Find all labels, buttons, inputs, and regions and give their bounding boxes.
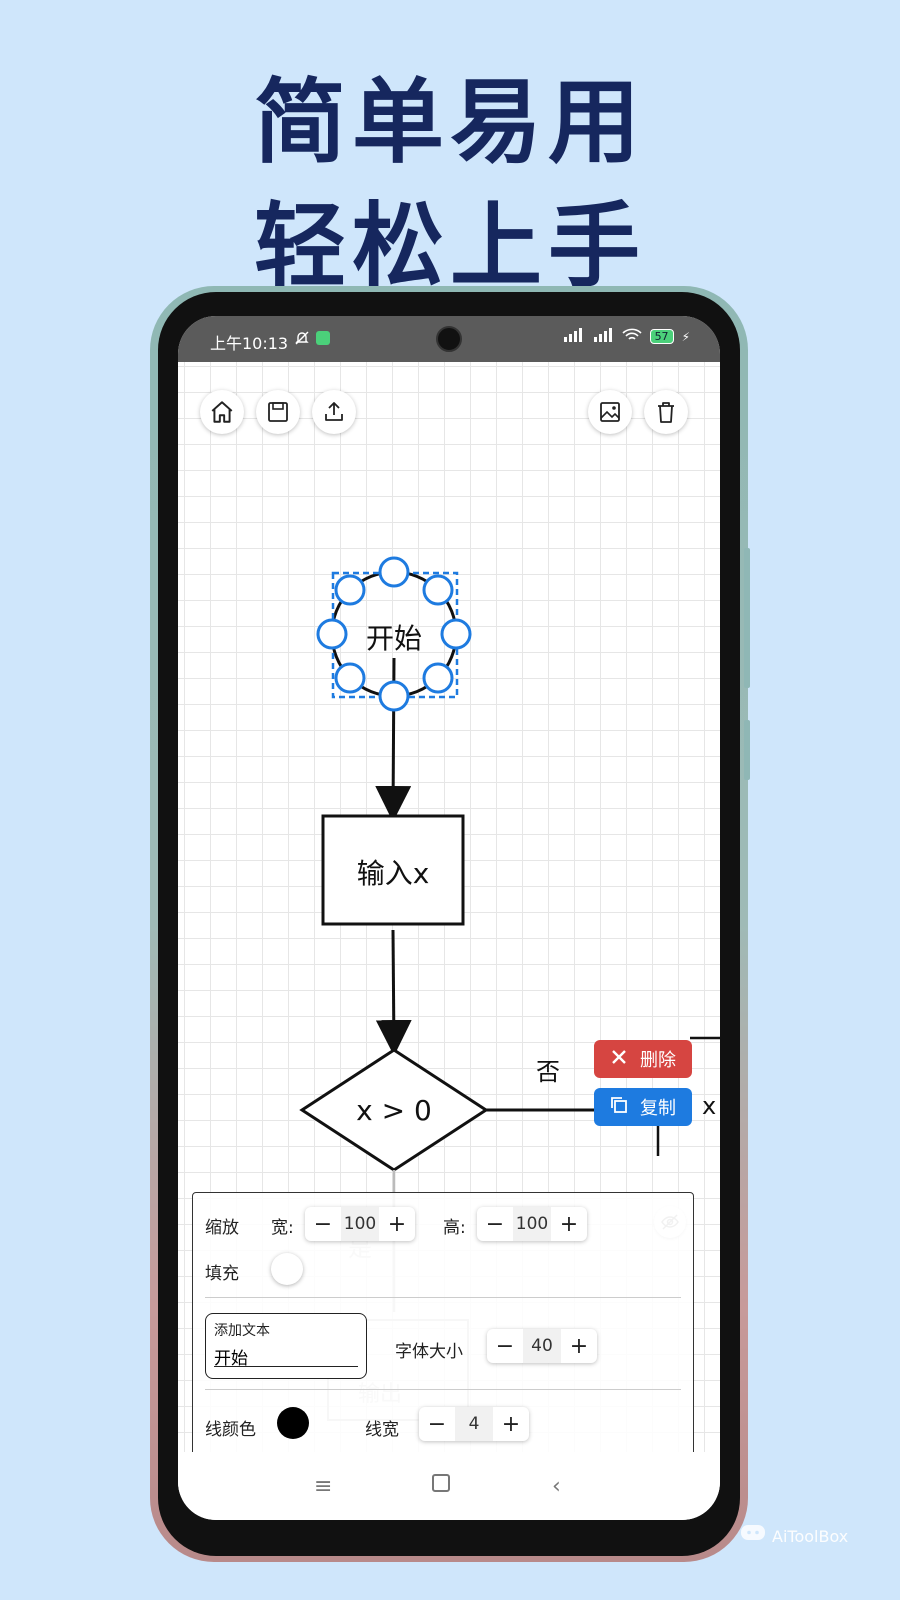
- right-edge-label: x: [702, 1092, 717, 1120]
- front-camera: [436, 326, 462, 352]
- watermark-text: AiToolBox: [772, 1526, 849, 1546]
- font-size-value[interactable]: 40: [523, 1329, 561, 1363]
- diagram-canvas[interactable]: 开始 输入x x > 0 否 是 输出 x 删除 复制 缩放 宽: − 10: [178, 362, 720, 1458]
- back-icon[interactable]: ‹: [552, 1474, 561, 1499]
- wifi-icon: [622, 328, 642, 345]
- font-size-stepper[interactable]: − 40 +: [487, 1329, 597, 1363]
- branch-no-label: 否: [536, 1058, 560, 1086]
- home-nav-icon[interactable]: [432, 1474, 450, 1492]
- delete-shape-button[interactable]: 删除: [594, 1040, 692, 1078]
- app-screen: 上午10:13 57 ⚡ 开始 输入x x > 0 否 x 删除 复制 缩放 宽…: [178, 316, 720, 1520]
- width-label: 宽:: [271, 1218, 294, 1238]
- chat-bubble-icon: [740, 1524, 766, 1548]
- phone-power-button: [744, 720, 750, 780]
- status-bar: 上午10:13 57 ⚡: [178, 316, 720, 362]
- font-size-decrease-button[interactable]: −: [487, 1334, 523, 1359]
- panel-divider-2: [205, 1389, 681, 1390]
- text-field[interactable]: 添加文本: [205, 1313, 367, 1379]
- height-label: 高:: [443, 1218, 466, 1238]
- scale-label: 缩放: [205, 1218, 239, 1238]
- close-icon: [610, 1048, 628, 1071]
- text-input[interactable]: [214, 1346, 358, 1367]
- phone-side-button: [744, 548, 750, 688]
- promo-title-line1: 简单易用: [253, 69, 646, 176]
- copy-icon: [610, 1096, 628, 1119]
- menu-icon[interactable]: ≡: [314, 1474, 332, 1499]
- delete-shape-label: 删除: [640, 1050, 676, 1071]
- fill-toggle[interactable]: [271, 1253, 303, 1285]
- charging-icon: ⚡: [681, 329, 690, 344]
- copy-shape-button[interactable]: 复制: [594, 1088, 692, 1126]
- app-notification-icon: [316, 331, 330, 345]
- panel-divider: [205, 1297, 681, 1298]
- start-terminal-label: 开始: [365, 622, 422, 655]
- width-stepper[interactable]: − 100 +: [305, 1207, 415, 1241]
- font-size-increase-button[interactable]: +: [561, 1334, 597, 1359]
- height-stepper[interactable]: − 100 +: [477, 1207, 587, 1241]
- line-width-increase-button[interactable]: +: [493, 1412, 529, 1437]
- height-decrease-button[interactable]: −: [477, 1212, 513, 1237]
- width-decrease-button[interactable]: −: [305, 1212, 341, 1237]
- signal-icon-2: [592, 328, 614, 345]
- properties-panel: 缩放 宽: − 100 + 高: − 100 + 填充 添加文本 字体大小: [192, 1192, 694, 1458]
- line-width-stepper[interactable]: − 4 +: [419, 1407, 529, 1441]
- fill-label: 填充: [205, 1264, 239, 1284]
- system-nav-bar: ≡ ‹: [178, 1452, 720, 1520]
- decision-label: x > 0: [356, 1094, 432, 1127]
- status-time: 上午10:13: [210, 334, 289, 353]
- watermark: AiToolBox: [740, 1524, 848, 1548]
- bell-off-icon: [294, 330, 310, 350]
- width-increase-button[interactable]: +: [379, 1212, 415, 1237]
- input-process-label: 输入x: [356, 857, 430, 890]
- copy-shape-label: 复制: [640, 1098, 676, 1119]
- height-value[interactable]: 100: [513, 1207, 551, 1241]
- connector-input-decision[interactable]: [375, 929, 412, 1056]
- height-increase-button[interactable]: +: [551, 1212, 587, 1237]
- line-width-label: 线宽: [365, 1420, 399, 1440]
- font-size-label: 字体大小: [395, 1342, 463, 1362]
- battery-indicator: 57: [649, 329, 674, 344]
- width-value[interactable]: 100: [341, 1207, 379, 1241]
- line-width-decrease-button[interactable]: −: [419, 1412, 455, 1437]
- signal-icon: [562, 328, 584, 345]
- line-color-swatch[interactable]: [277, 1407, 309, 1439]
- line-width-value[interactable]: 4: [455, 1407, 493, 1441]
- add-text-label: 添加文本: [214, 1323, 270, 1339]
- line-color-label: 线颜色: [205, 1420, 256, 1440]
